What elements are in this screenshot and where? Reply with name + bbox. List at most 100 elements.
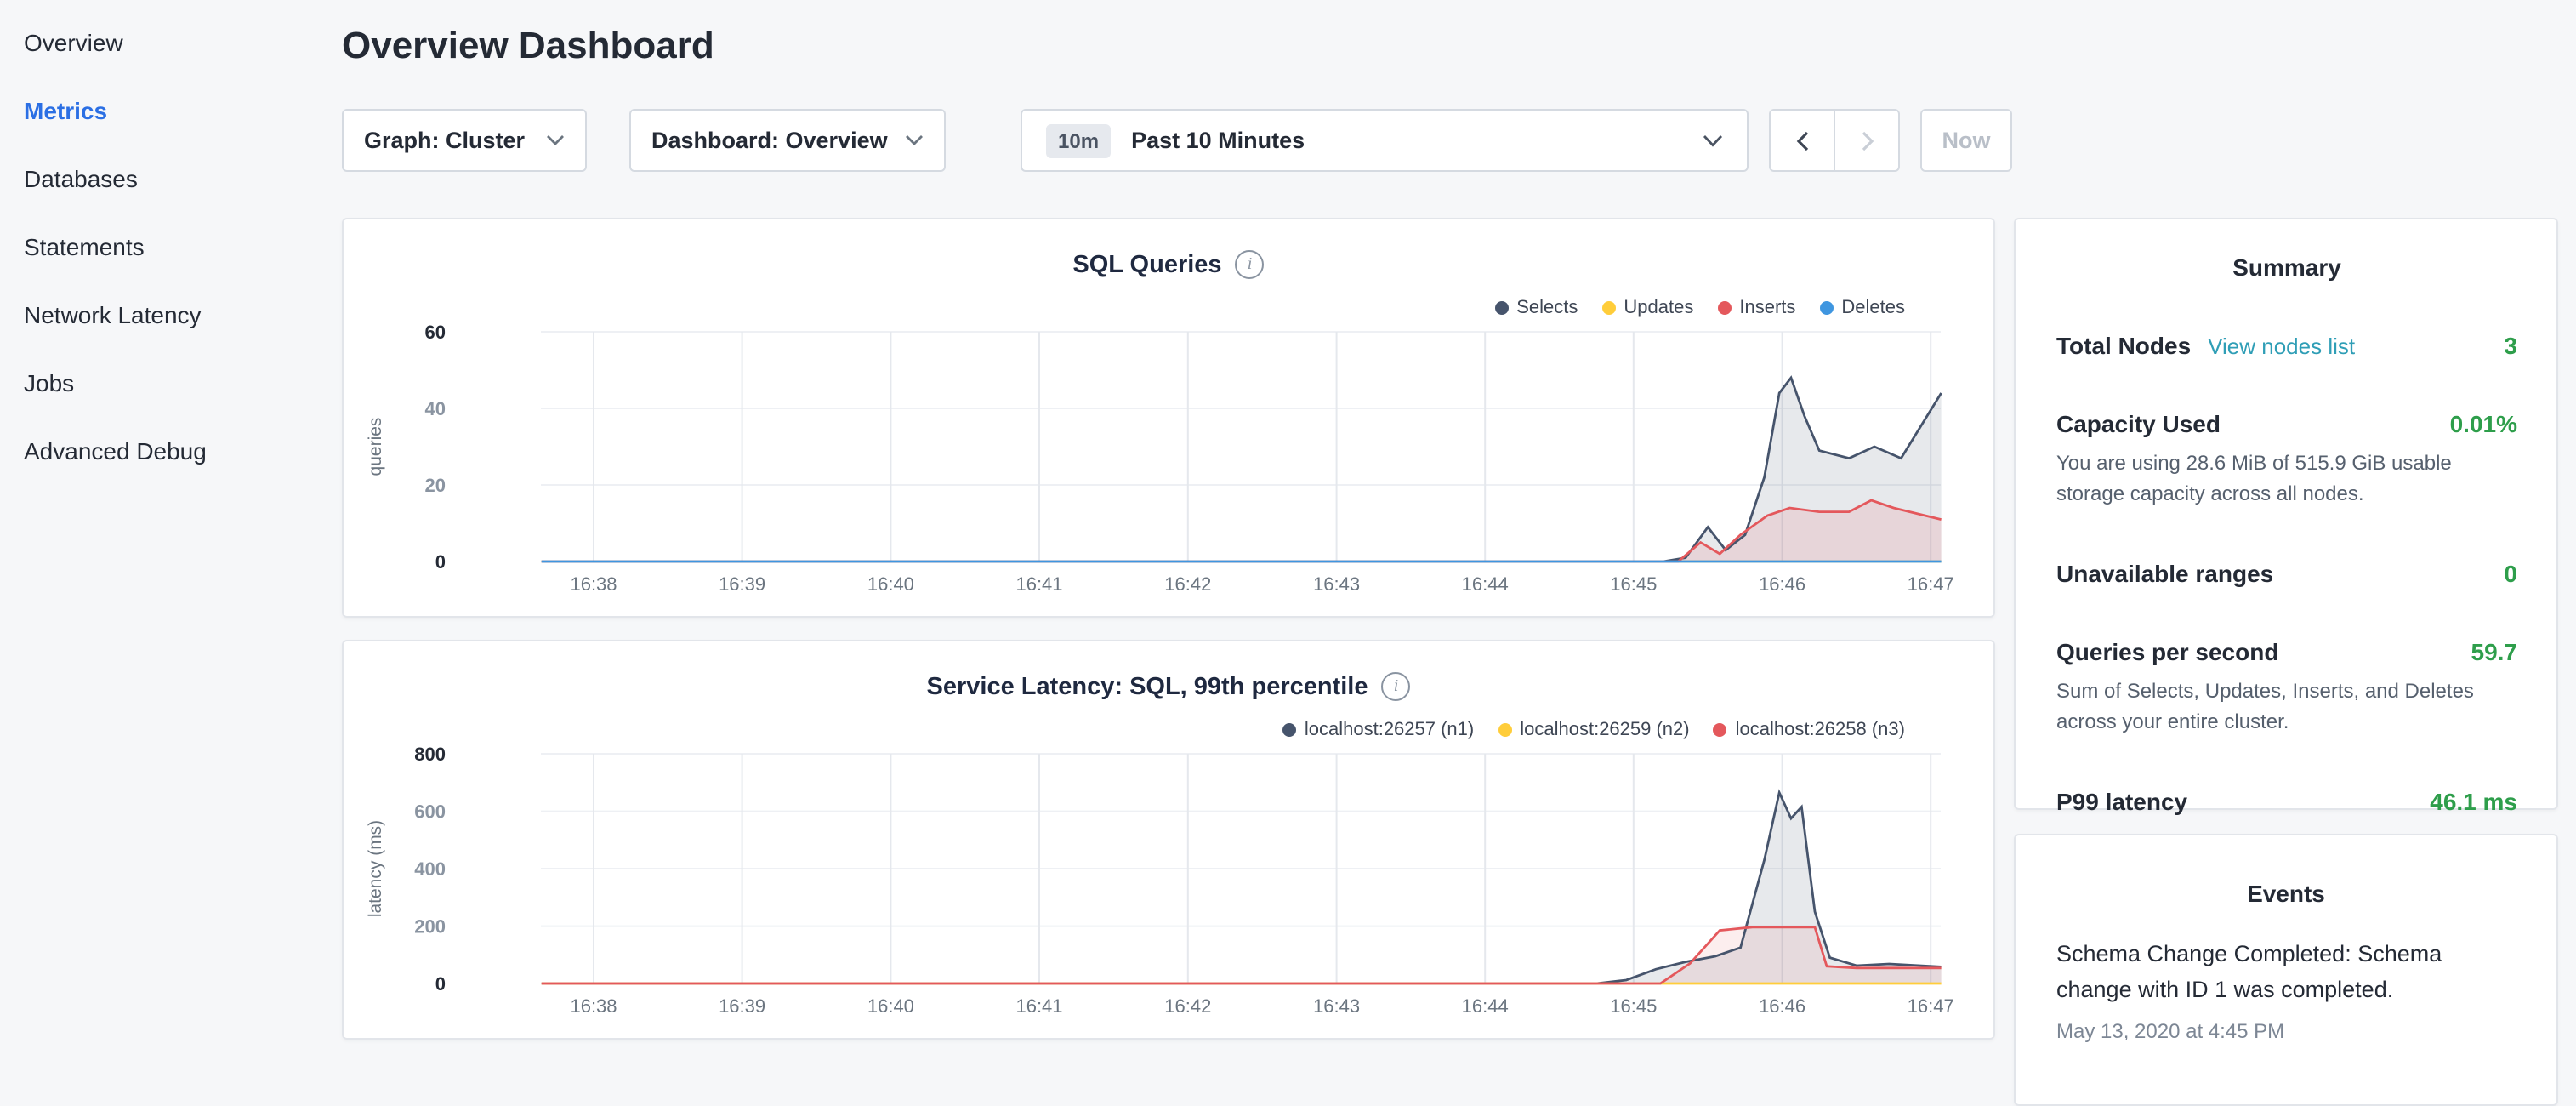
legend-dot-icon [1282, 723, 1296, 737]
svg-text:40: 40 [425, 398, 446, 419]
legend-dot-icon [1714, 723, 1727, 737]
stat-value: 59.7 [2471, 638, 2518, 665]
svg-text:16:44: 16:44 [1462, 995, 1509, 1017]
sidebar-item-statements[interactable]: Statements [0, 213, 320, 281]
sidebar-item-metrics[interactable]: Metrics [0, 77, 320, 145]
sidebar-item-overview[interactable]: Overview [0, 9, 320, 77]
svg-text:16:41: 16:41 [1015, 995, 1062, 1017]
svg-text:16:38: 16:38 [570, 573, 617, 595]
svg-text:16:45: 16:45 [1610, 995, 1657, 1017]
stat-queries-per-second: Queries per second 59.7 Sum of Selects, … [2056, 638, 2517, 737]
events-panel: Events Schema Change Completed: Schema c… [2014, 834, 2558, 1106]
time-forward-button[interactable] [1834, 109, 1900, 172]
content-row: SQL Queries i SelectsUpdatesInsertsDelet… [342, 218, 2576, 1106]
svg-text:16:42: 16:42 [1164, 995, 1211, 1017]
event-item[interactable]: Schema Change Completed: Schema change w… [2056, 938, 2516, 1043]
event-timestamp: May 13, 2020 at 4:45 PM [2056, 1019, 2516, 1043]
service-latency-chart-card: Service Latency: SQL, 99th percentile i … [342, 640, 1995, 1040]
legend-dot-icon [1494, 301, 1508, 315]
charts-column: SQL Queries i SelectsUpdatesInsertsDelet… [342, 218, 1995, 1106]
graph-scope-dropdown[interactable]: Graph: Cluster [342, 109, 587, 172]
dashboard-dropdown[interactable]: Dashboard: Overview [629, 109, 946, 172]
svg-text:20: 20 [425, 475, 446, 496]
events-title: Events [2056, 880, 2516, 907]
svg-text:16:40: 16:40 [867, 573, 914, 595]
service-latency-chart: 16:38 16:39 16:40 16:41 16:42 16:43 16:44 16:45… [344, 737, 1997, 1036]
chevron-down-icon [546, 134, 565, 146]
stat-label: Total Nodes [2056, 332, 2191, 359]
summary-title: Summary [2056, 254, 2517, 281]
svg-text:800: 800 [414, 744, 446, 765]
sidebar: Overview Metrics Databases Statements Ne… [0, 0, 320, 1052]
right-sidebar: Summary Total Nodes View nodes list 3 Ca… [2014, 218, 2558, 1106]
stat-value: 0.01% [2450, 410, 2517, 437]
svg-text:16:39: 16:39 [719, 573, 765, 595]
dashboard-label: Dashboard: Overview [651, 128, 888, 153]
svg-text:16:46: 16:46 [1759, 573, 1805, 595]
stat-value: 3 [2504, 332, 2517, 359]
stat-capacity-used: Capacity Used 0.01% You are using 28.6 M… [2056, 410, 2517, 509]
sql-queries-chart: 16:38 16:39 16:40 16:41 16:42 16:43 16:44 16:45… [344, 315, 1997, 614]
time-back-button[interactable] [1769, 109, 1835, 172]
chart-title-row: SQL Queries i [344, 250, 1993, 279]
svg-text:400: 400 [414, 858, 446, 880]
svg-text:16:43: 16:43 [1313, 573, 1360, 595]
chevron-down-icon [905, 134, 924, 146]
stat-value: 46.1 ms [2430, 788, 2517, 815]
info-icon[interactable]: i [1382, 672, 1411, 701]
info-icon[interactable]: i [1236, 250, 1265, 279]
chart-title-row: Service Latency: SQL, 99th percentile i [344, 672, 1993, 701]
now-button[interactable]: Now [1920, 109, 2012, 172]
page-title: Overview Dashboard [342, 24, 2576, 68]
svg-text:16:41: 16:41 [1015, 573, 1062, 595]
stat-label: Unavailable ranges [2056, 560, 2273, 587]
app: Overview Metrics Databases Statements Ne… [0, 0, 2576, 1052]
stat-label: Queries per second [2056, 638, 2278, 665]
time-step-buttons [1769, 109, 1900, 172]
view-nodes-list-link[interactable]: View nodes list [2208, 334, 2355, 359]
sql-queries-chart-card: SQL Queries i SelectsUpdatesInsertsDelet… [342, 218, 1995, 618]
time-range-dropdown[interactable]: 10m Past 10 Minutes [1021, 109, 1749, 172]
svg-text:16:47: 16:47 [1908, 995, 1954, 1017]
svg-text:16:43: 16:43 [1313, 995, 1360, 1017]
stat-total-nodes: Total Nodes View nodes list 3 [2056, 332, 2517, 359]
svg-text:600: 600 [414, 801, 446, 823]
chevron-left-icon [1795, 130, 1809, 151]
svg-text:200: 200 [414, 916, 446, 938]
main-content: Overview Dashboard Graph: Cluster Dashbo… [320, 0, 2576, 1052]
svg-text:16:44: 16:44 [1462, 573, 1509, 595]
svg-text:16:38: 16:38 [570, 995, 617, 1017]
time-range-label: Past 10 Minutes [1131, 128, 1305, 153]
dashboard-controls: Graph: Cluster Dashboard: Overview 10m P… [342, 109, 2576, 172]
graph-scope-label: Graph: Cluster [364, 128, 525, 153]
svg-text:16:42: 16:42 [1164, 573, 1211, 595]
stat-value: 0 [2504, 560, 2517, 587]
chevron-right-icon [1860, 130, 1874, 151]
sidebar-item-databases[interactable]: Databases [0, 145, 320, 213]
chevron-down-icon [1703, 134, 1723, 147]
svg-text:latency (ms): latency (ms) [366, 820, 385, 917]
sidebar-item-advanced-debug[interactable]: Advanced Debug [0, 417, 320, 485]
stat-label: P99 latency [2056, 788, 2187, 815]
svg-text:16:40: 16:40 [867, 995, 914, 1017]
summary-panel: Summary Total Nodes View nodes list 3 Ca… [2014, 218, 2558, 810]
chart-title: Service Latency: SQL, 99th percentile [927, 673, 1368, 700]
stat-unavailable-ranges: Unavailable ranges 0 [2056, 560, 2517, 587]
svg-text:60: 60 [425, 322, 446, 343]
stat-label: Capacity Used [2056, 410, 2221, 437]
svg-text:queries: queries [366, 418, 385, 476]
stat-p99-latency: P99 latency 46.1 ms [2056, 788, 2517, 815]
legend-dot-icon [1819, 301, 1833, 315]
svg-text:0: 0 [435, 551, 446, 573]
event-text: Schema Change Completed: Schema change w… [2056, 938, 2516, 1009]
svg-text:16:45: 16:45 [1610, 573, 1657, 595]
svg-text:16:47: 16:47 [1908, 573, 1954, 595]
svg-text:16:39: 16:39 [719, 995, 765, 1017]
legend-dot-icon [1717, 301, 1731, 315]
legend-dot-icon [1601, 301, 1615, 315]
svg-text:16:46: 16:46 [1759, 995, 1805, 1017]
sidebar-item-jobs[interactable]: Jobs [0, 349, 320, 417]
chart-title: SQL Queries [1072, 251, 1221, 278]
sidebar-item-network-latency[interactable]: Network Latency [0, 281, 320, 349]
stat-description: Sum of Selects, Updates, Inserts, and De… [2056, 676, 2517, 737]
